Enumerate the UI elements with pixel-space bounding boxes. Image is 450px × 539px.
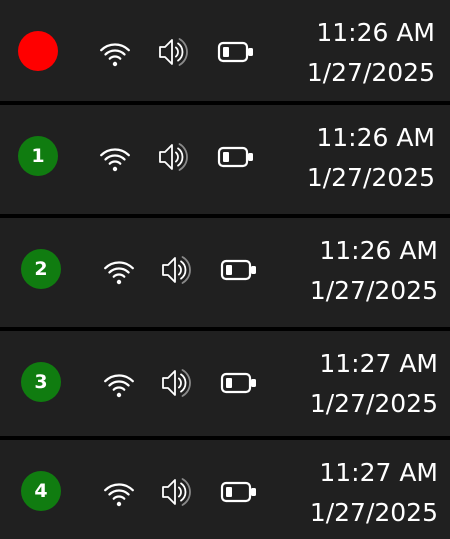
step-number-badge: 2 <box>21 249 61 289</box>
step-number-badge: 1 <box>18 136 58 176</box>
battery-icon[interactable] <box>220 368 260 398</box>
clock-date: 1/27/2025 <box>309 498 438 527</box>
tray-clock[interactable]: 11:27 AM 1/27/2025 <box>278 344 438 424</box>
wifi-icon[interactable] <box>101 473 137 507</box>
clock-time: 11:26 AM <box>319 236 438 265</box>
volume-icon[interactable] <box>160 255 200 285</box>
taskbar-tray-strip: 2 11:26 AM 1/27/2025 <box>0 218 450 327</box>
step-number-badge: 4 <box>21 471 61 511</box>
clock-date: 1/27/2025 <box>306 58 435 87</box>
clock-time: 11:27 AM <box>319 349 438 378</box>
wifi-icon[interactable] <box>101 364 137 398</box>
wifi-icon[interactable] <box>101 251 137 285</box>
tray-clock[interactable]: 11:27 AM 1/27/2025 <box>278 453 438 533</box>
battery-icon[interactable] <box>217 142 257 172</box>
volume-icon[interactable] <box>160 368 200 398</box>
wifi-icon[interactable] <box>97 138 133 172</box>
wifi-icon[interactable] <box>97 33 133 67</box>
step-number-badge: 3 <box>21 362 61 402</box>
taskbar-tray-strips: 11:26 AM 1/27/2025 1 11:26 AM 1/27/2025 2 11:2… <box>0 0 450 539</box>
tray-clock[interactable]: 11:26 AM 1/27/2025 <box>275 13 435 93</box>
volume-icon[interactable] <box>157 142 197 172</box>
taskbar-tray-strip: 3 11:27 AM 1/27/2025 <box>0 331 450 436</box>
recording-indicator <box>18 31 58 71</box>
tray-clock[interactable]: 11:26 AM 1/27/2025 <box>278 231 438 311</box>
volume-icon[interactable] <box>160 477 200 507</box>
clock-date: 1/27/2025 <box>306 163 435 192</box>
battery-icon[interactable] <box>220 477 260 507</box>
clock-time: 11:27 AM <box>319 458 438 487</box>
taskbar-tray-strip: 11:26 AM 1/27/2025 <box>0 0 450 101</box>
clock-time: 11:26 AM <box>316 18 435 47</box>
tray-clock[interactable]: 11:26 AM 1/27/2025 <box>275 118 435 198</box>
taskbar-tray-strip: 4 11:27 AM 1/27/2025 <box>0 440 450 539</box>
volume-icon[interactable] <box>157 37 197 67</box>
clock-date: 1/27/2025 <box>309 389 438 418</box>
clock-date: 1/27/2025 <box>309 276 438 305</box>
battery-icon[interactable] <box>220 255 260 285</box>
clock-time: 11:26 AM <box>316 123 435 152</box>
taskbar-tray-strip: 1 11:26 AM 1/27/2025 <box>0 105 450 214</box>
battery-icon[interactable] <box>217 37 257 67</box>
